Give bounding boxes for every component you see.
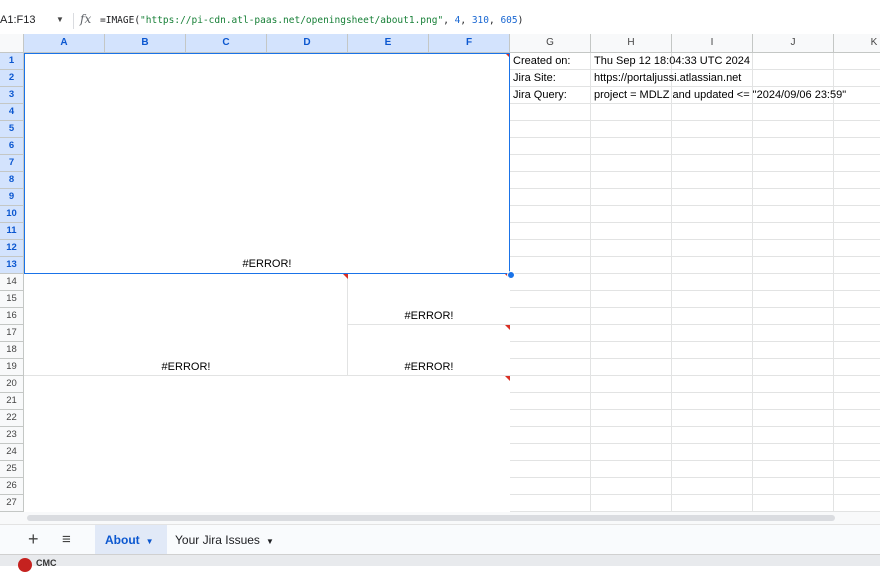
column-header[interactable]: J — [753, 34, 834, 53]
row-header[interactable]: 12 — [0, 240, 24, 257]
error-value: #ERROR! — [404, 361, 454, 373]
formula-arg-width: 605 — [500, 15, 518, 26]
row-header[interactable]: 17 — [0, 325, 24, 342]
row-header[interactable]: 13 — [0, 257, 24, 274]
row-header[interactable]: 21 — [0, 393, 24, 410]
fill-handle[interactable] — [507, 271, 515, 279]
row-header[interactable]: 6 — [0, 138, 24, 155]
error-indicator-icon[interactable] — [505, 376, 510, 381]
row-header[interactable]: 8 — [0, 172, 24, 189]
row-header[interactable]: 24 — [0, 444, 24, 461]
formula-sep: , — [489, 15, 501, 26]
formula-sep: , — [443, 15, 455, 26]
error-value: #ERROR! — [404, 310, 454, 322]
horizontal-scrollbar[interactable] — [0, 512, 880, 524]
gridline — [752, 53, 753, 512]
row-header[interactable]: 2 — [0, 70, 24, 87]
fx-icon: fx — [80, 12, 92, 26]
created-label-cell[interactable]: Created on: — [513, 55, 570, 67]
formula-fn-open: =IMAGE( — [100, 15, 141, 26]
column-header[interactable]: I — [672, 34, 753, 53]
select-all-corner[interactable] — [0, 34, 24, 53]
row-header[interactable]: 23 — [0, 427, 24, 444]
error-value: #ERROR! — [242, 258, 292, 270]
chevron-down-icon[interactable]: ▼ — [56, 10, 64, 30]
gridline — [671, 53, 672, 512]
query-label-cell[interactable]: Jira Query: — [513, 89, 567, 101]
row-header[interactable]: 5 — [0, 121, 24, 138]
column-header[interactable]: D — [267, 34, 348, 53]
site-label-cell[interactable]: Jira Site: — [513, 72, 556, 84]
error-indicator-icon[interactable] — [505, 325, 510, 330]
notification-badge-icon[interactable] — [18, 558, 32, 572]
column-header[interactable]: H — [591, 34, 672, 53]
tab-your-jira-issues[interactable]: Your Jira Issues ▼ — [165, 525, 285, 555]
row-header[interactable]: 26 — [0, 478, 24, 495]
column-header[interactable]: E — [348, 34, 429, 53]
formula-fn-close: ) — [517, 15, 524, 26]
row-header[interactable]: 10 — [0, 206, 24, 223]
column-header[interactable]: B — [105, 34, 186, 53]
created-value-cell[interactable]: Thu Sep 12 18:04:33 UTC 2024 — [594, 55, 750, 67]
row-header[interactable]: 25 — [0, 461, 24, 478]
row-header[interactable]: 18 — [0, 342, 24, 359]
chevron-down-icon[interactable]: ▼ — [266, 537, 274, 546]
row-header[interactable]: 22 — [0, 410, 24, 427]
gridline — [590, 53, 591, 512]
add-sheet-button[interactable]: + — [28, 529, 39, 550]
column-header[interactable]: K — [834, 34, 880, 53]
name-box-value: A1:F13 — [0, 14, 36, 26]
tab-label: About — [105, 533, 140, 547]
scrollbar-thumb[interactable] — [27, 515, 835, 521]
tab-label: Your Jira Issues — [175, 533, 260, 547]
formula-arg-height: 310 — [471, 15, 489, 26]
row-header[interactable]: 20 — [0, 376, 24, 393]
os-taskbar: CMC — [0, 554, 880, 572]
row-header[interactable]: 9 — [0, 189, 24, 206]
all-sheets-menu-icon[interactable]: ≡ — [62, 531, 71, 548]
formula-sep: , — [460, 15, 472, 26]
site-value-cell[interactable]: https://portaljussi.atlassian.net — [594, 72, 741, 84]
formula-bar-divider — [73, 13, 74, 29]
chevron-down-icon[interactable]: ▼ — [146, 537, 154, 546]
row-header[interactable]: 4 — [0, 104, 24, 121]
error-value: #ERROR! — [161, 361, 211, 373]
row-header[interactable]: 3 — [0, 87, 24, 104]
query-value-cell[interactable]: project = MDLZ and updated <= "2024/09/0… — [594, 89, 846, 101]
error-indicator-icon[interactable] — [343, 274, 348, 279]
row-header[interactable]: 14 — [0, 274, 24, 291]
row-header[interactable]: 1 — [0, 53, 24, 70]
row-header[interactable]: 27 — [0, 495, 24, 512]
row-header[interactable]: 15 — [0, 291, 24, 308]
column-header[interactable]: G — [510, 34, 591, 53]
error-indicator-icon[interactable] — [505, 53, 510, 58]
gridline — [833, 53, 834, 512]
empty-merged-area[interactable] — [24, 376, 510, 512]
spreadsheet-grid[interactable]: ABCDEFGHIJK 1 2 3 4 5 6 7 8 9 10 11 12 13 14 15 16 17 18 1… — [0, 34, 880, 512]
formula-bar: A1:F13 ▼ fx =IMAGE("https://pi-cdn.atl-p… — [0, 0, 880, 34]
row-header[interactable]: 16 — [0, 308, 24, 325]
formula-input[interactable]: =IMAGE("https://pi-cdn.atl-paas.net/open… — [100, 15, 523, 26]
row-header[interactable]: 19 — [0, 359, 24, 376]
formula-url: "https://pi-cdn.atl-paas.net/openingshee… — [140, 15, 444, 26]
column-header[interactable]: A — [24, 34, 105, 53]
row-header[interactable]: 11 — [0, 223, 24, 240]
column-header[interactable]: F — [429, 34, 510, 53]
merged-image-cell-a1[interactable] — [24, 53, 510, 274]
name-box[interactable]: A1:F13 ▼ — [0, 10, 68, 30]
row-header[interactable]: 7 — [0, 155, 24, 172]
tab-about[interactable]: About ▼ — [95, 525, 167, 555]
sheet-tab-bar: + ≡ About ▼ Your Jira Issues ▼ — [0, 524, 880, 555]
taskbar-label: CMC — [36, 558, 57, 568]
column-header[interactable]: C — [186, 34, 267, 53]
